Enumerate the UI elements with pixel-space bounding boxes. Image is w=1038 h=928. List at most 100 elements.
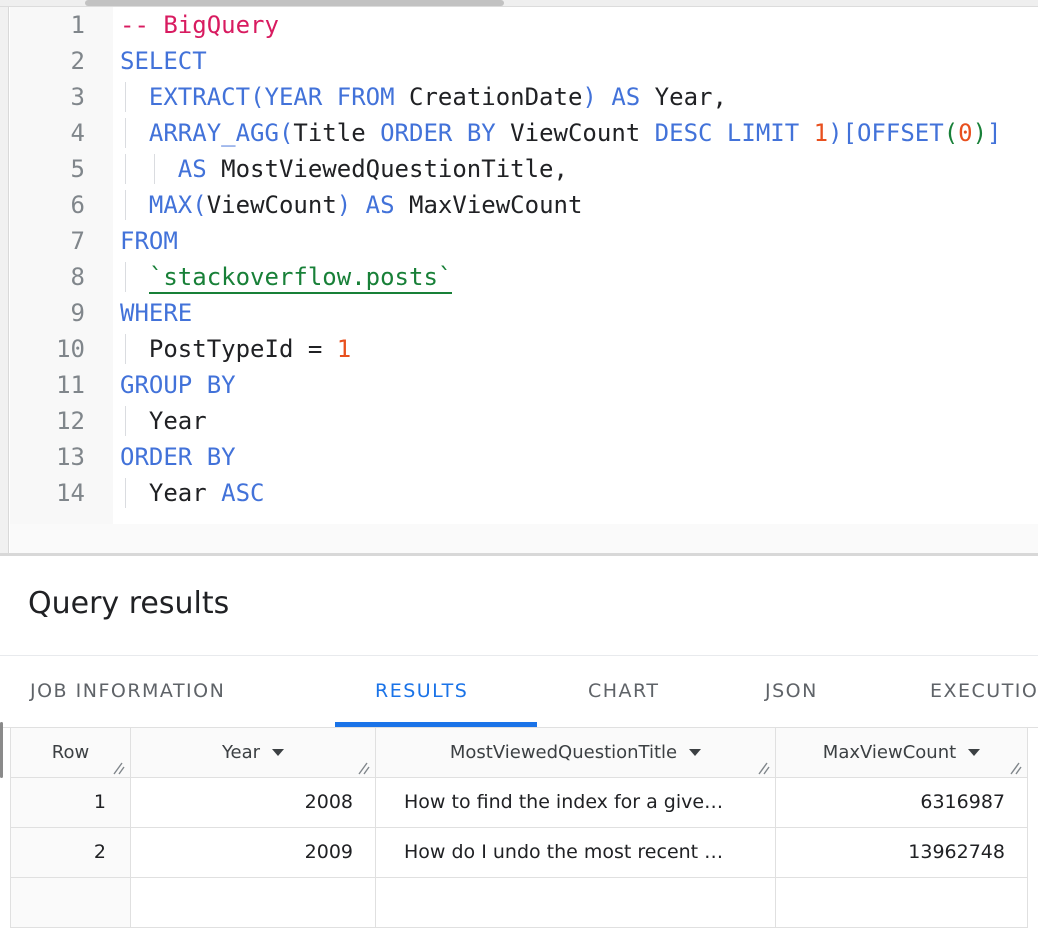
- column-resize-icon[interactable]: [112, 760, 127, 775]
- token-kw: AS: [178, 155, 207, 183]
- token-id: Year: [149, 479, 207, 507]
- code-text: MAX(ViewCount) AS MaxViewCount: [120, 187, 582, 223]
- line-number: 11: [10, 367, 85, 403]
- vertical-scrollbar-thumb[interactable]: [0, 722, 3, 778]
- token-paren2: (: [944, 119, 958, 147]
- tab-chart[interactable]: CHART: [588, 680, 659, 702]
- token-kw: MAX: [149, 191, 192, 219]
- token-num: 0: [958, 119, 972, 147]
- column-resize-handle[interactable]: [112, 759, 127, 774]
- column-header-maxviewcount[interactable]: MaxViewCount: [776, 728, 1028, 778]
- token-kw: AS: [366, 191, 395, 219]
- panel-gap: [10, 524, 1038, 553]
- results-tab-bar: JOB INFORMATION RESULTS CHART JSON EXECUTION…: [0, 656, 1038, 727]
- tab-results[interactable]: RESULTS: [375, 680, 468, 702]
- line-number: 12: [10, 403, 85, 439]
- tab-job-information[interactable]: JOB INFORMATION: [30, 680, 225, 702]
- code-text: ARRAY_AGG(Title ORDER BY ViewCount DESC …: [120, 115, 1002, 151]
- token-kw: ): [337, 191, 351, 219]
- line-number: 14: [10, 475, 85, 511]
- sql-editor[interactable]: 1-- BigQuery2SELECT3 EXTRACT(YEAR FROM C…: [10, 7, 1038, 524]
- token-id: Year: [149, 407, 207, 435]
- column-header-label: Year: [222, 742, 260, 763]
- token-id: CreationDate: [409, 83, 582, 111]
- token-id: =: [308, 335, 322, 363]
- code-line[interactable]: 4 ARRAY_AGG(Title ORDER BY ViewCount DES…: [10, 115, 1038, 151]
- tab-json[interactable]: JSON: [765, 680, 818, 702]
- code-text: PostTypeId = 1: [120, 331, 351, 367]
- token-kw: BY: [467, 119, 496, 147]
- line-number: 1: [10, 7, 85, 43]
- code-line[interactable]: 7 FROM: [10, 223, 1038, 259]
- code-line[interactable]: 5 AS MostViewedQuestionTitle,: [10, 151, 1038, 187]
- line-number: 5: [10, 151, 85, 187]
- title-cell: How to find the index for a give…: [376, 778, 776, 828]
- code-lines[interactable]: 1-- BigQuery2SELECT3 EXTRACT(YEAR FROM C…: [10, 7, 1038, 511]
- dropdown-caret-icon[interactable]: [689, 749, 701, 756]
- column-header-year[interactable]: Year: [131, 728, 376, 778]
- line-number: 3: [10, 79, 85, 115]
- line-number: 6: [10, 187, 85, 223]
- token-id: Year: [655, 83, 713, 111]
- token-kw: WHERE: [120, 299, 192, 327]
- code-line[interactable]: 13ORDER BY: [10, 439, 1038, 475]
- column-resize-icon[interactable]: [1009, 760, 1024, 775]
- token-kw: YEAR: [265, 83, 323, 111]
- column-resize-icon[interactable]: [357, 760, 372, 775]
- token-id: ViewCount: [207, 191, 337, 219]
- panel-splitter[interactable]: [0, 553, 1038, 556]
- column-header-row[interactable]: Row: [11, 728, 131, 778]
- line-number: 7: [10, 223, 85, 259]
- horizontal-scrollbar[interactable]: [0, 0, 1038, 7]
- line-number: 8: [10, 259, 85, 295]
- token-id: ,: [712, 83, 726, 111]
- token-paren2: ): [973, 119, 987, 147]
- code-line[interactable]: 2SELECT: [10, 43, 1038, 79]
- dropdown-caret-icon[interactable]: [272, 749, 284, 756]
- code-line[interactable]: 12 Year: [10, 403, 1038, 439]
- token-kw: BY: [207, 443, 236, 471]
- token-kw: FROM: [120, 227, 178, 255]
- column-header-mostviewedquestiontitle[interactable]: MostViewedQuestionTitle: [376, 728, 776, 778]
- column-header-label: Row: [52, 742, 89, 763]
- token-kw: ORDER: [380, 119, 452, 147]
- token-kw: (: [250, 83, 264, 111]
- code-line[interactable]: 8 `stackoverflow.posts`: [10, 259, 1038, 295]
- token-kw: ]: [987, 119, 1001, 147]
- column-resize-handle[interactable]: [1009, 759, 1024, 774]
- code-text: EXTRACT(YEAR FROM CreationDate) AS Year,: [120, 79, 727, 115]
- token-id: Title: [293, 119, 365, 147]
- tab-execution-details[interactable]: EXECUTION DETAILS: [930, 680, 1038, 702]
- code-line[interactable]: 6 MAX(ViewCount) AS MaxViewCount: [10, 187, 1038, 223]
- code-text: GROUP BY: [120, 367, 236, 403]
- max-view-count-cell: 13962748: [776, 828, 1028, 878]
- code-text: AS MostViewedQuestionTitle,: [120, 151, 568, 187]
- code-line[interactable]: 9 WHERE: [10, 295, 1038, 331]
- code-line[interactable]: 11 GROUP BY: [10, 367, 1038, 403]
- line-number: 9: [10, 295, 85, 331]
- code-line[interactable]: 3 EXTRACT(YEAR FROM CreationDate) AS Yea…: [10, 79, 1038, 115]
- code-line[interactable]: 1-- BigQuery: [10, 7, 1038, 43]
- token-kw: ASC: [221, 479, 264, 507]
- token-id: PostTypeId: [149, 335, 294, 363]
- table-row: 22009How do I undo the most recent …1396…: [11, 828, 1028, 878]
- horizontal-scrollbar-thumb[interactable]: [85, 0, 504, 6]
- table-header-row: Row Year MostViewedQuestionTitle MaxViewCou…: [11, 728, 1028, 778]
- token-id: MostViewedQuestionTitle: [221, 155, 553, 183]
- column-resize-icon[interactable]: [757, 760, 772, 775]
- column-header-label: MaxViewCount: [823, 742, 956, 763]
- code-line[interactable]: 14 Year ASC: [10, 475, 1038, 511]
- code-line[interactable]: 10 PostTypeId = 1: [10, 331, 1038, 367]
- column-resize-handle[interactable]: [757, 759, 772, 774]
- code-text: SELECT: [120, 43, 207, 79]
- results-table: Row Year MostViewedQuestionTitle MaxViewCou…: [10, 728, 1028, 928]
- dropdown-caret-icon[interactable]: [968, 749, 980, 756]
- token-table: `stackoverflow.posts`: [149, 263, 452, 294]
- column-resize-handle[interactable]: [357, 759, 372, 774]
- line-number: 13: [10, 439, 85, 475]
- year-cell: 2009: [131, 828, 376, 878]
- max-view-count-cell: 6316987: [776, 778, 1028, 828]
- token-kw: SELECT: [120, 47, 207, 75]
- panel-left-edge: [0, 7, 9, 556]
- token-kw: ): [828, 119, 842, 147]
